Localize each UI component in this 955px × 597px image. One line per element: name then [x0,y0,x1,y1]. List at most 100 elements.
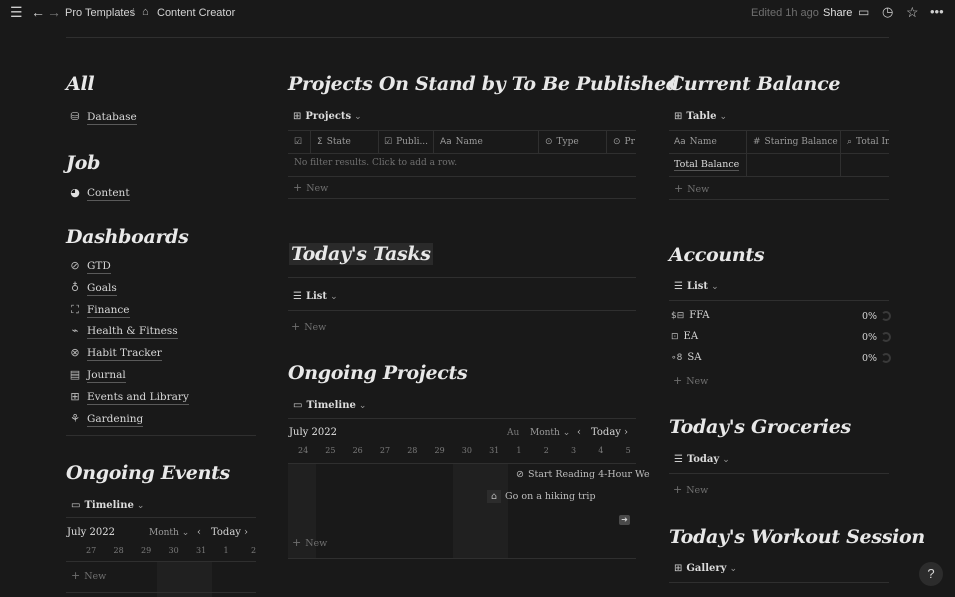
no-sign-icon: ⊘ [516,469,524,480]
balance-row-total[interactable]: Total Balance [674,159,740,171]
book-icon: ▤ [69,368,81,381]
workout-view-tab[interactable]: ⊞ Gallery ⌄ [674,563,737,574]
events-scale-select[interactable]: Month ⌄ [149,528,189,538]
timeline-day-label: 2 [251,546,257,555]
account-item-sa[interactable]: ∘8 SA [671,352,701,363]
projects-bottom-divider [288,198,636,199]
events-view-tab[interactable]: ▭ Timeline ⌄ [71,500,144,511]
balance-new-button[interactable]: + New [674,182,709,195]
timeline-day-label: 29 [141,546,152,555]
breadcrumb-parent[interactable]: Pro Templates [65,7,135,19]
checkbox-icon: ☑ [384,137,393,147]
open-arrow-icon[interactable]: ➜ [619,515,630,525]
plant-icon: ⚘ [70,412,80,425]
more-icon[interactable]: ••• [930,5,944,19]
dashboard-link-goals[interactable]: ♁ Goals [68,281,117,296]
events-prev-icon[interactable]: ‹ [197,527,201,538]
account-percent: 0% [862,332,878,343]
forward-arrow-icon[interactable]: → [47,5,61,19]
ongoing-scale-select[interactable]: Month ⌄ [530,428,570,438]
plus-icon: + [71,569,81,582]
back-arrow-icon[interactable]: ← [31,5,45,19]
timeline-day-label: 4 [598,446,604,455]
balance-col-total[interactable]: ⌕ Total In [847,137,889,147]
projects-col-type[interactable]: ⊙ Type [545,137,605,147]
award-icon: ♁ [70,281,80,294]
workout-heading: Today's Workout Session [669,526,925,548]
groceries-view-tab[interactable]: ☰ Today ⌄ [674,454,730,465]
balance-tab-divider [669,130,889,131]
accounts-view-tab[interactable]: ☰ List ⌄ [674,281,719,292]
progress-ring-icon [881,353,891,363]
balance-col-starting[interactable]: # Staring Balance [753,137,839,147]
plus-icon: + [673,483,683,496]
menu-icon[interactable]: ☰ [10,5,23,19]
timeline-day-label: 5 [625,446,631,455]
balance-col-name[interactable]: Aa Name [674,137,744,147]
select-icon: ⊙ [545,137,553,147]
ongoing-projects-heading: Ongoing Projects [288,362,468,384]
home-icon: ⌂ [142,6,149,18]
coins-icon: ∘8 [671,353,683,363]
ongoing-next-icon[interactable]: › [624,427,628,438]
sigma-icon: Σ [317,137,323,147]
select-all-checkbox[interactable]: ☑ [294,137,302,147]
share-button[interactable]: Share [823,7,852,19]
ongoing-new-button[interactable]: + New [292,536,327,549]
accounts-tab-divider [669,300,889,301]
account-item-ea[interactable]: ⊡ EA [671,331,698,342]
comment-icon[interactable]: ▭ [858,5,869,19]
ongoing-prev-icon[interactable]: ‹ [577,427,581,438]
ongoing-weekend-column [453,464,508,558]
content-link[interactable]: ◕ Content [68,186,130,201]
list-icon: ☰ [293,291,302,302]
dashboard-link-finance[interactable]: ⛶ Finance [68,303,130,318]
timeline-day-label: 30 [168,546,179,555]
timeline-day-label: 31 [489,446,500,455]
events-today-button[interactable]: Today [211,527,241,538]
ongoing-card-reading[interactable]: ⊘ Start Reading 4-Hour We [512,465,650,483]
dashboard-link-gtd[interactable]: ⊘ GTD [68,259,111,274]
balance-view-tab[interactable]: ⊞ Table ⌄ [674,111,727,122]
chevron-down-icon: ⌄ [330,292,338,302]
dashboard-link-events[interactable]: ⊞ Events and Library [68,390,189,405]
projects-col-priority[interactable]: ⊙ Pr [613,137,636,147]
dashboard-link-habit[interactable]: ⊗ Habit Tracker [68,346,162,361]
progress-ring-icon [881,332,891,342]
projects-empty-message[interactable]: No filter results. Click to add a row. [294,158,457,168]
projects-row-divider [288,176,636,177]
account-item-ffa[interactable]: $⊟ FFA [671,310,710,321]
ongoing-today-button[interactable]: Today [591,427,621,438]
groceries-new-button[interactable]: + New [673,483,708,496]
projects-col-published[interactable]: ☑ Publi... [384,137,432,147]
tasks-view-tab[interactable]: ☰ List ⌄ [293,291,338,302]
dashboard-link-journal[interactable]: ▤ Journal [68,368,126,383]
ongoing-card-hiking[interactable]: ⌂ Go on a hiking trip [484,488,599,506]
tasks-new-button[interactable]: + New [291,320,326,333]
gallery-icon: ⊞ [674,563,683,574]
timeline-day-label: 27 [86,546,97,555]
plus-icon: + [291,320,301,333]
star-icon[interactable]: ☆ [906,5,919,19]
history-icon[interactable]: ◷ [882,5,893,19]
projects-col-name[interactable]: Aa Name [440,137,535,147]
ongoing-tab-divider [288,418,636,419]
dashboard-link-gardening[interactable]: ⚘ Gardening [68,412,144,427]
events-next-icon[interactable]: › [244,527,248,538]
dashboard-link-health[interactable]: ⌁ Health & Fitness [68,324,178,339]
col-divider [538,131,539,153]
col-divider [606,131,607,153]
accounts-new-button[interactable]: + New [673,374,708,387]
projects-new-button[interactable]: + New [293,181,328,194]
balance-bottom-divider [669,199,889,200]
help-button[interactable]: ? [919,562,943,586]
ongoing-view-tab[interactable]: ▭ Timeline ⌄ [293,400,366,411]
database-link[interactable]: ⛁ Database [68,110,137,125]
events-new-button[interactable]: + New [71,569,106,582]
groceries-tab-divider [669,473,889,474]
chevron-down-icon: ⌄ [729,564,737,574]
breadcrumb-current[interactable]: Content Creator [157,7,235,19]
projects-col-state[interactable]: Σ State [317,137,377,147]
text-icon: Aa [674,137,686,147]
projects-view-tab[interactable]: ⊞ Projects ⌄ [293,111,362,122]
